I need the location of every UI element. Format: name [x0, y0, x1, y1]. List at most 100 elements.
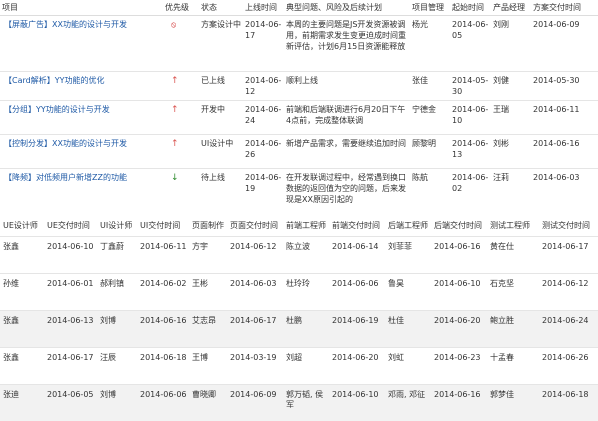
- table-cell: 刘博: [97, 311, 137, 348]
- product-cell: 汪莉: [491, 169, 531, 211]
- table-cell: 2014-06-13: [44, 311, 97, 348]
- table-row: 张鑫2014-06-10丁鑫蔚2014-06-11方宇2014-06-12陈立波…: [0, 237, 598, 274]
- issue-cell: 本周的主要问题是JS开发资源被调用，前期需求发生变更迫成时间重新评估，计划6月1…: [284, 16, 410, 72]
- table-cell: 2014-06-16: [137, 311, 189, 348]
- table-cell: 2014-06-18: [137, 348, 189, 385]
- table-cell: 黄在仕: [487, 237, 539, 274]
- delivery-cell: 2014-06-16: [531, 135, 598, 169]
- start-cell: 2014-06-02: [450, 169, 491, 211]
- table-cell: 2014-06-06: [329, 274, 385, 311]
- pm-cell: 宁德金: [410, 101, 450, 135]
- column-header: 状态: [199, 0, 243, 16]
- column-header: 后端交付时间: [431, 216, 487, 237]
- table-cell: 2014-06-26: [539, 348, 598, 385]
- table-cell: 张迪: [0, 385, 44, 421]
- column-header: UI交付时间: [137, 216, 189, 237]
- product-cell: 刘健: [491, 72, 531, 101]
- column-header: 典型问题、风险及后续计划: [284, 0, 410, 16]
- column-header: 前端工程师: [283, 216, 329, 237]
- table-row: 孙维2014-06-01郝利镇2014-06-02王彬2014-06-03杜玲玲…: [0, 274, 598, 311]
- table-cell: 2014-06-19: [329, 311, 385, 348]
- table-cell: 张鑫: [0, 237, 44, 274]
- product-cell: 刘彬: [491, 135, 531, 169]
- delivery-cell: 2014-06-11: [531, 101, 598, 135]
- table-cell: 2014-03-19: [227, 348, 283, 385]
- table-cell: 2014-06-09: [227, 385, 283, 421]
- delivery-cell: 2014-05-30: [531, 72, 598, 101]
- table-cell: 2014-06-05: [44, 385, 97, 421]
- table-cell: 郝利镇: [97, 274, 137, 311]
- table-cell: 张鑫: [0, 348, 44, 385]
- table-cell: 2014-06-12: [227, 237, 283, 274]
- priority-cell: ↑: [163, 72, 199, 101]
- table-cell: 方宇: [189, 237, 227, 274]
- table-row: 【分组】YY功能的设计与开发 ↑ 开发中2014-06-24前端和后端联调进行6月2…: [0, 101, 598, 135]
- table-cell: 杜玲玲: [283, 274, 329, 311]
- project-table: 项目优先级状态上线时间典型问题、风险及后续计划项目管理起始时间产品经理方案交付时…: [0, 0, 598, 210]
- column-header: 后端工程师: [385, 216, 431, 237]
- table-cell: 王博: [189, 348, 227, 385]
- issue-cell: 前端和后端联调进行6月20日下午4点前，完成整体联调: [284, 101, 410, 135]
- column-header: 项目管理: [410, 0, 450, 16]
- arrow-up-icon: ↑: [171, 105, 179, 116]
- column-header: 前端交付时间: [329, 216, 385, 237]
- issue-cell: 在开发联调过程中，经常遇到换口数据的返回值为空的问题，后来发现是XX原因引起的: [284, 169, 410, 211]
- status-cell: 待上线: [199, 169, 243, 211]
- pm-cell: 陈航: [410, 169, 450, 211]
- priority-cell: ↑: [163, 101, 199, 135]
- table-cell: 2014-06-14: [329, 237, 385, 274]
- table-cell: 邓雨, 邓征: [385, 385, 431, 421]
- table-cell: 汪辰: [97, 348, 137, 385]
- table-cell: 鲍立胜: [487, 311, 539, 348]
- table-row: 张鑫2014-06-13刘博2014-06-16艾志昂2014-06-17杜鹏2…: [0, 311, 598, 348]
- table-cell: 杜鹏: [283, 311, 329, 348]
- project-table-header: 项目优先级状态上线时间典型问题、风险及后续计划项目管理起始时间产品经理方案交付时…: [0, 0, 598, 16]
- project-link[interactable]: 【降频】对低频用户新增ZZ的功能: [0, 169, 163, 211]
- table-cell: 2014-06-02: [137, 274, 189, 311]
- project-link[interactable]: 【控制分发】XX功能的设计与开发: [0, 135, 163, 169]
- table-cell: 刘博: [97, 385, 137, 421]
- table-cell: 2014-06-16: [431, 385, 487, 421]
- table-cell: 2014-06-23: [431, 348, 487, 385]
- table-cell: 2014-06-20: [431, 311, 487, 348]
- launch-cell: 2014-06-26: [243, 135, 284, 169]
- table-cell: 2014-06-10: [329, 385, 385, 421]
- table-cell: 艾志昂: [189, 311, 227, 348]
- start-cell: 2014-06-05: [450, 16, 491, 72]
- issue-cell: 顺利上线: [284, 72, 410, 101]
- delivery-cell: 2014-06-09: [531, 16, 598, 72]
- table-cell: 孙维: [0, 274, 44, 311]
- priority-cell: ⦸: [163, 16, 199, 72]
- table-row: 张迪2014-06-05刘博2014-06-06曹晓卿2014-06-09郭万韬…: [0, 385, 598, 421]
- column-header: 页面制作: [189, 216, 227, 237]
- delivery-cell: 2014-06-03: [531, 169, 598, 211]
- table-cell: 2014-06-16: [431, 237, 487, 274]
- column-header: 测试交付时间: [539, 216, 598, 237]
- column-header: 起始时间: [450, 0, 491, 16]
- table-cell: 十孟春: [487, 348, 539, 385]
- table-cell: 张鑫: [0, 311, 44, 348]
- priority-cell: ↑: [163, 135, 199, 169]
- status-cell: 已上线: [199, 72, 243, 101]
- table-cell: 刘菲菲: [385, 237, 431, 274]
- column-header: 上线时间: [243, 0, 284, 16]
- project-link[interactable]: 【Card解析】YY功能的优化: [0, 72, 163, 101]
- table-cell: 2014-06-20: [329, 348, 385, 385]
- launch-cell: 2014-06-12: [243, 72, 284, 101]
- arrow-up-icon: ↑: [171, 139, 179, 150]
- column-header: UI设计师: [97, 216, 137, 237]
- table-cell: 2014-06-17: [44, 348, 97, 385]
- table-row: 【Card解析】YY功能的优化↑已上线2014-06-12顺利上线张佳2014-…: [0, 72, 598, 101]
- table-cell: 2014-06-03: [227, 274, 283, 311]
- project-link[interactable]: 【屏蔽广告】XX功能的设计与开发: [0, 16, 163, 72]
- table-cell: 刘虹: [385, 348, 431, 385]
- status-cell: 开发中: [199, 101, 243, 135]
- table-cell: 刘超: [283, 348, 329, 385]
- start-cell: 2014-06-10: [450, 101, 491, 135]
- table-row: 【屏蔽广告】XX功能的设计与开发⦸方案设计中2014-06-17本周的主要问题是…: [0, 16, 598, 72]
- table-cell: 2014-06-10: [44, 237, 97, 274]
- project-link[interactable]: 【分组】YY功能的设计与开发: [0, 101, 163, 135]
- launch-cell: 2014-06-24: [243, 101, 284, 135]
- table-cell: 王彬: [189, 274, 227, 311]
- product-cell: 王瑞: [491, 101, 531, 135]
